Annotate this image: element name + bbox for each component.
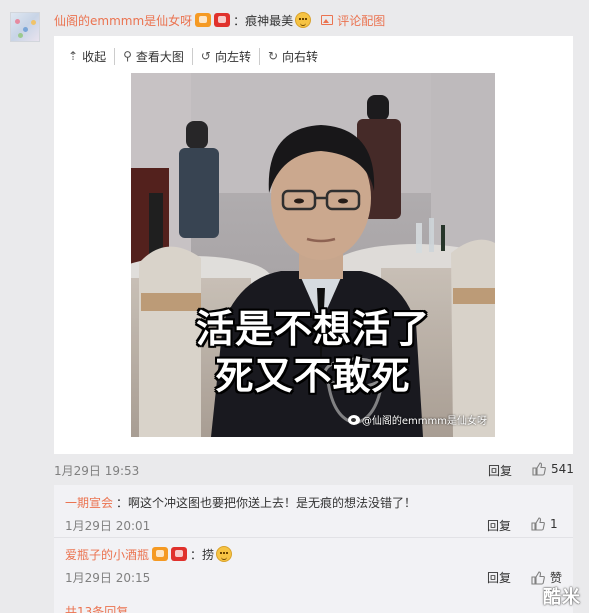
reply-username[interactable]: 一期宣会 [65, 494, 113, 511]
avatar[interactable] [10, 12, 40, 42]
red-packet-icon [171, 547, 188, 561]
image-toolbar: ⇡ 收起 ⚲ 查看大图 ↺ 向左转 ↻ 向右转 [68, 47, 326, 65]
media-viewer: ⇡ 收起 ⚲ 查看大图 ↺ 向左转 ↻ 向右转 活是不想活了 死又不敢死 @仙阁… [54, 36, 573, 454]
reply-like-button[interactable]: 1 [531, 517, 558, 531]
picture-icon [321, 15, 334, 25]
comment-picture-label: 评论配图 [337, 13, 386, 28]
comment-image[interactable]: 活是不想活了 死又不敢死 @仙阁的emmmm是仙女呀 [131, 73, 495, 437]
comment-picture-link[interactable]: 评论配图 [321, 12, 385, 29]
reply-time: 1月29日 20:01 [65, 519, 151, 533]
rotate-right-icon: ↻ [267, 49, 279, 63]
arrow-up-icon: ⇡ [68, 49, 79, 63]
comment-time: 1月29日 19:53 [54, 464, 140, 478]
reply-like-count: 1 [550, 517, 558, 531]
reply-item: 一期宣会 ： 啊这个冲这图也要把你送上去！是无痕的想法没错了！ 1月29日 20… [65, 493, 563, 534]
comment-header: 仙阁的emmmm是仙女呀 ： 痕神最美 评论配图 [54, 11, 385, 29]
rotate-right-button[interactable]: ↻ 向右转 [258, 47, 326, 65]
rotate-left-button[interactable]: ↺ 向左转 [191, 47, 259, 65]
reply-text: 啊这个冲这图也要把你送上去！是无痕的想法没错了！ [128, 495, 417, 510]
reply-time: 1月29日 20:15 [65, 571, 151, 585]
reply-list: 一期宣会 ： 啊这个冲这图也要把你送上去！是无痕的想法没错了！ 1月29日 20… [54, 485, 573, 613]
comment-reply-button[interactable]: 回复 [488, 462, 512, 479]
rotate-left-label: 向左转 [214, 49, 251, 64]
cat-emoji-icon [216, 546, 233, 562]
view-large-label: 查看大图 [135, 49, 184, 64]
rotate-right-label: 向右转 [282, 49, 319, 64]
comment-meta: 1月29日 19:53 回复 541 [54, 462, 574, 479]
reply-divider [54, 537, 573, 538]
reply-reply-button[interactable]: 回复 [487, 569, 511, 586]
site-watermark-logo: 酷米 [543, 587, 581, 608]
thumbs-up-icon [532, 462, 546, 476]
rotate-left-icon: ↺ [200, 49, 211, 63]
magnifier-icon: ⚲ [123, 49, 132, 63]
weibo-logo-icon [347, 414, 360, 425]
comment-like-count: 541 [551, 462, 574, 476]
reply-username[interactable]: 爱瓶子的小酒瓶 [65, 546, 149, 563]
comment-like-button[interactable]: 541 [532, 462, 574, 476]
red-packet-icon [214, 13, 231, 27]
meme-caption-line2: 死又不敢死 [215, 354, 411, 398]
watermark-text: @仙阁的emmmm是仙女呀 [361, 416, 487, 427]
collapse-button[interactable]: ⇡ 收起 [68, 48, 114, 65]
collapse-label: 收起 [82, 49, 107, 64]
more-replies-link[interactable]: 共13条回复 [65, 603, 128, 613]
comment-username[interactable]: 仙阁的emmmm是仙女呀 [54, 12, 192, 29]
view-large-button[interactable]: ⚲ 查看大图 [114, 47, 192, 65]
cat-emoji-icon [295, 12, 312, 28]
member-badge-icon [195, 13, 212, 27]
reply-text: 捞 [202, 547, 215, 562]
reply-reply-button[interactable]: 回复 [487, 517, 511, 534]
image-watermark: @仙阁的emmmm是仙女呀 [347, 412, 487, 427]
member-badge-icon [152, 547, 169, 561]
reply-item: 爱瓶子的小酒瓶 ： 捞 1月29日 20:15 回复 赞 [65, 545, 563, 585]
colon-separator: ： [190, 547, 203, 562]
colon-separator: ： [116, 495, 129, 510]
comment-text: 痕神最美 [245, 13, 294, 28]
thumbs-up-icon [531, 517, 545, 531]
colon-separator: ： [233, 13, 246, 28]
